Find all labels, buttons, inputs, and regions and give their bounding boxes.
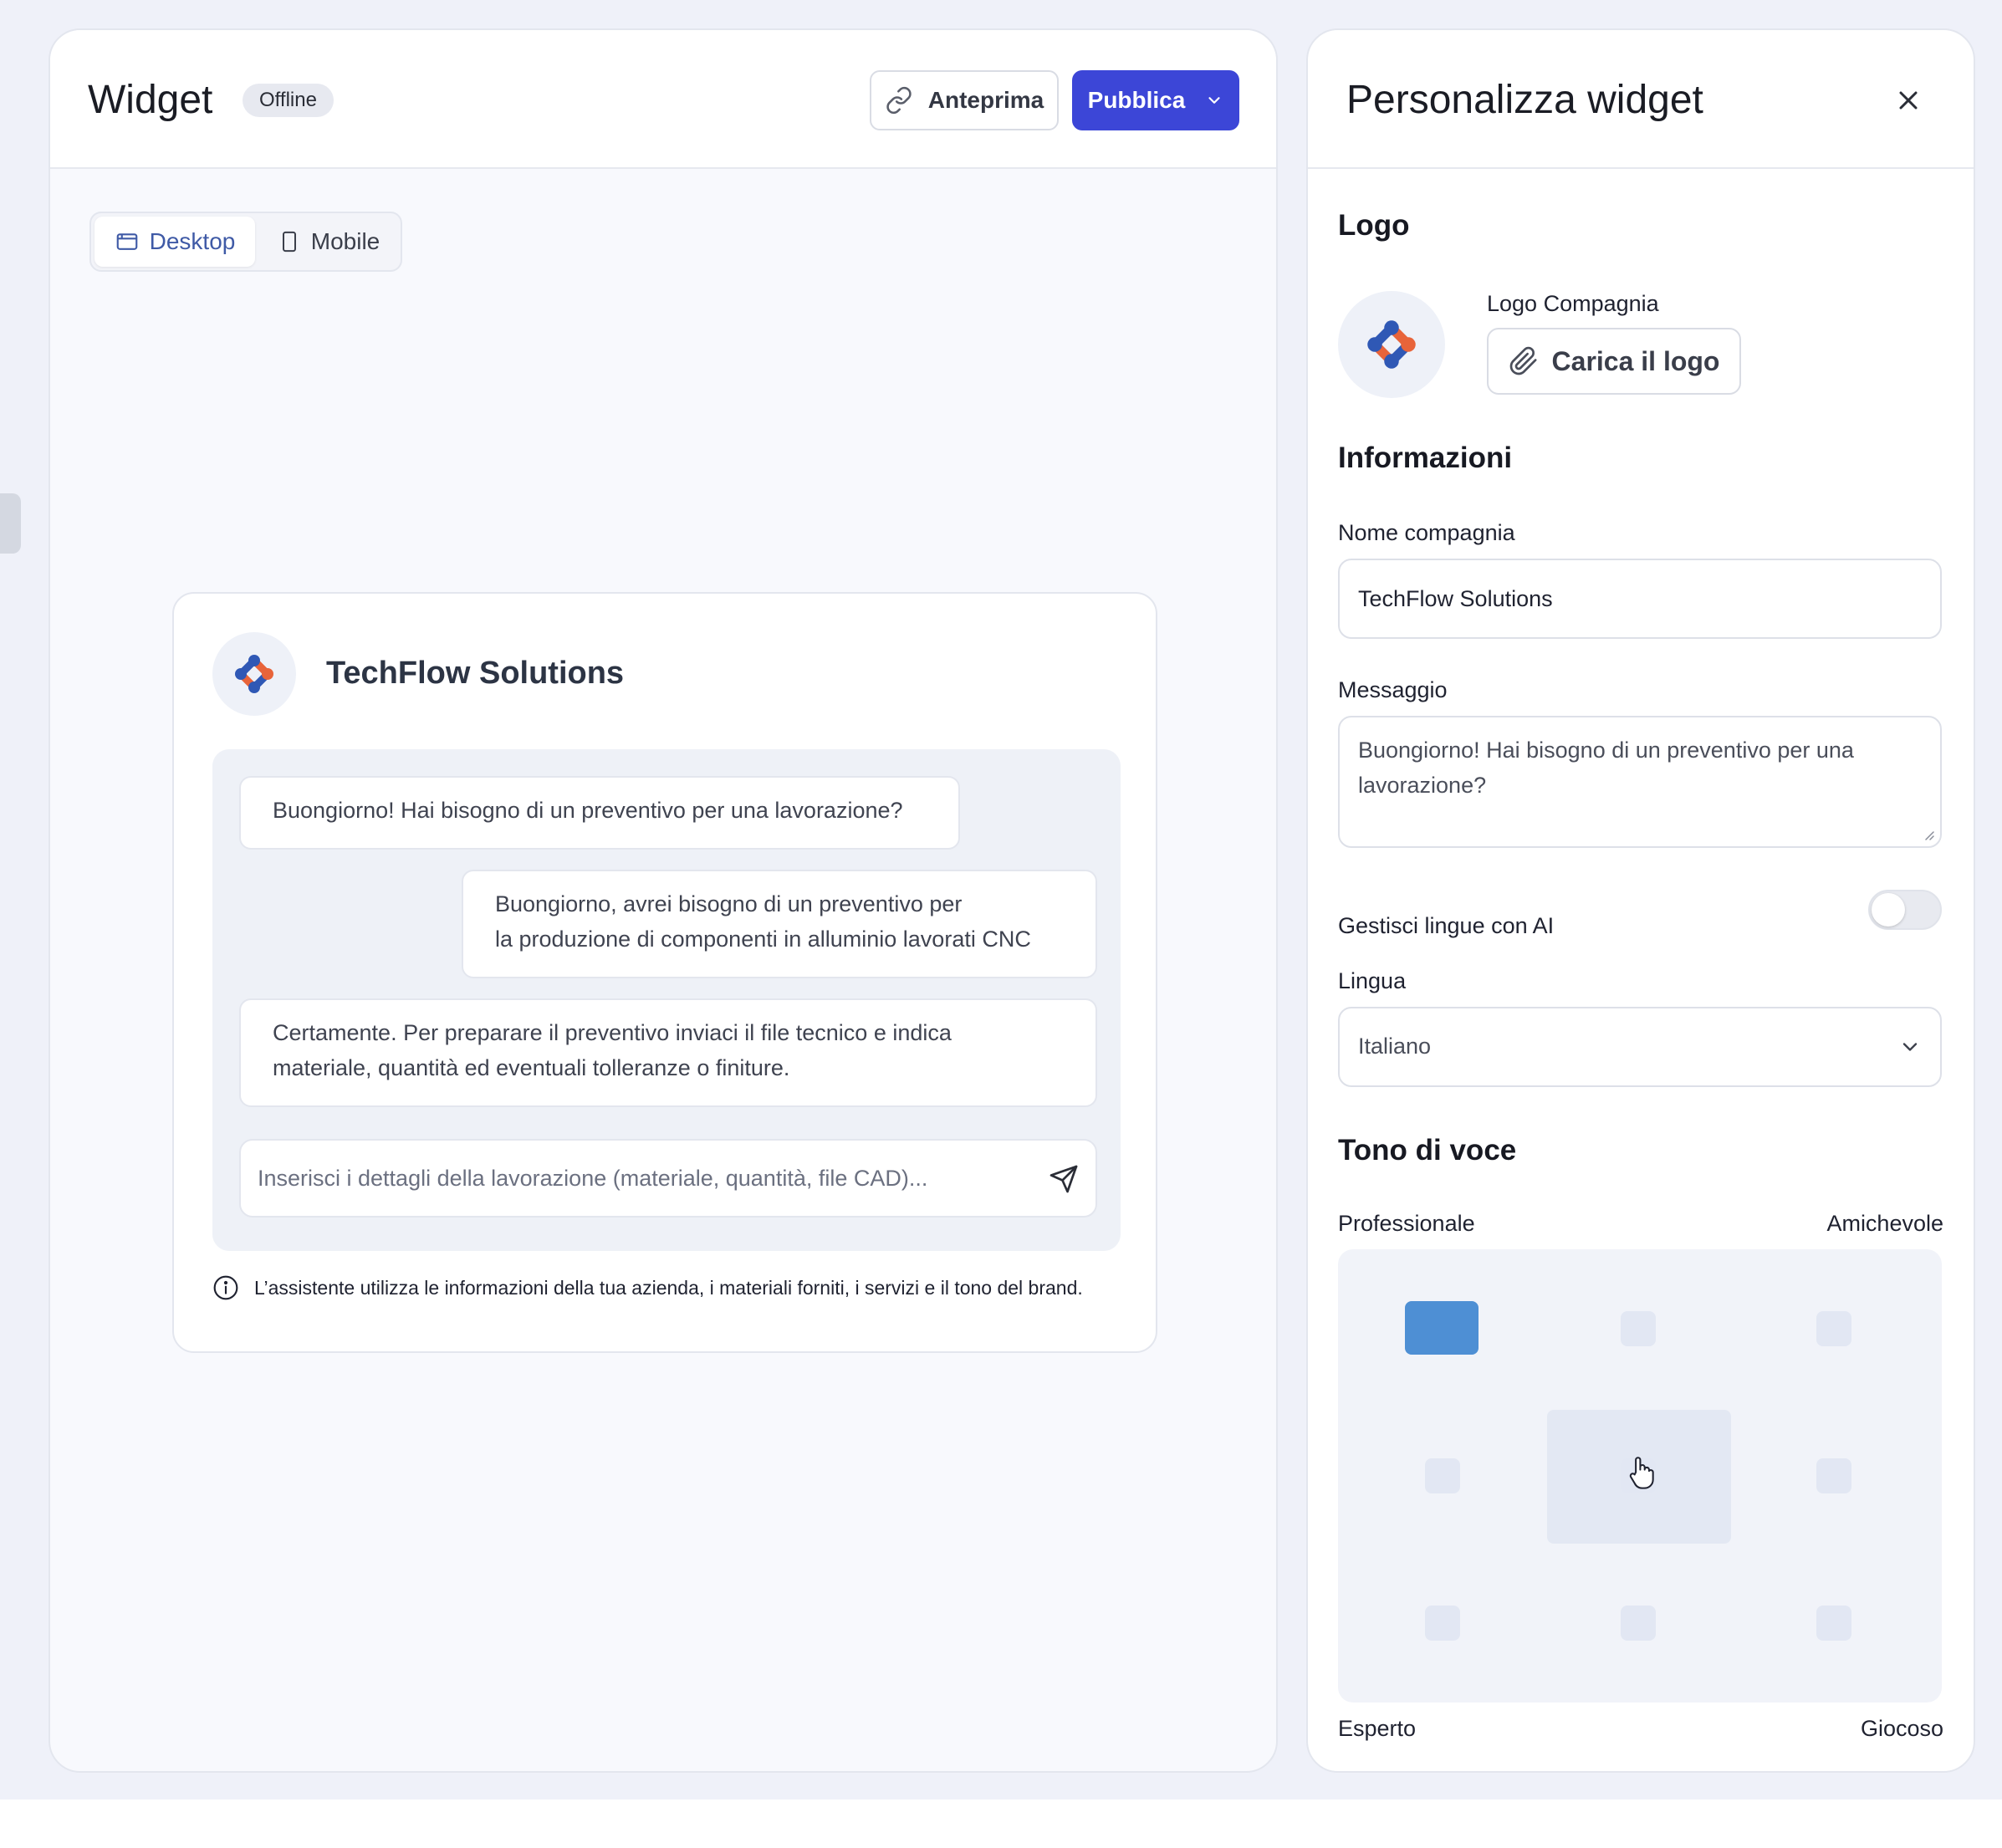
device-toggle: Desktop Mobile <box>89 212 402 272</box>
widget-preview-card: Widget Offline Anteprima Pubblica Deskto… <box>49 28 1278 1773</box>
paperclip-icon <box>1509 346 1537 375</box>
publish-button-label: Pubblica <box>1087 87 1186 113</box>
company-logo-icon <box>235 655 273 693</box>
panel-title: Personalizza widget <box>1346 78 1703 122</box>
company-name-label: Nome compagnia <box>1338 520 1515 545</box>
message-textarea[interactable]: Buongiorno! Hai bisogno di un preventivo… <box>1340 717 1940 846</box>
section-tono-di-voce: Tono di voce <box>1338 1134 1517 1166</box>
chat-input-box <box>239 1139 1097 1218</box>
assistant-info-note: L’assistente utilizza le informazioni de… <box>212 1274 1083 1301</box>
message-line: Certamente. Per preparare il preventivo … <box>273 1020 952 1045</box>
language-select-value: Italiano <box>1358 1034 1432 1059</box>
page-bottom-strip <box>0 1800 2002 1848</box>
tone-grid <box>1338 1249 1942 1703</box>
phone-icon <box>282 231 296 253</box>
close-icon[interactable] <box>1893 85 1923 115</box>
chat-widget-preview: TechFlow Solutions Buongiorno! Hai bisog… <box>172 592 1157 1353</box>
tab-mobile-label: Mobile <box>310 228 380 254</box>
language-select[interactable]: Italiano <box>1338 1007 1942 1087</box>
tab-desktop[interactable]: Desktop <box>94 217 255 267</box>
message-field: Buongiorno! Hai bisogno di un preventivo… <box>1338 716 1942 848</box>
company-name-input[interactable] <box>1340 560 1940 637</box>
bot-message: Certamente. Per preparare il preventivo … <box>239 998 1097 1107</box>
chevron-down-icon[interactable] <box>1205 91 1223 110</box>
message-line: Buongiorno, avrei bisogno di un preventi… <box>495 891 963 916</box>
chat-messages: Buongiorno! Hai bisogno di un preventivo… <box>212 749 1121 1251</box>
send-icon[interactable] <box>1049 1164 1079 1194</box>
status-badge: Offline <box>243 84 334 117</box>
upload-logo-button[interactable]: Carica il logo <box>1487 328 1741 395</box>
tone-cell[interactable] <box>1621 1606 1656 1641</box>
tone-cell[interactable] <box>1621 1311 1656 1346</box>
message-line: la produzione di componenti in alluminio… <box>495 927 1031 952</box>
tone-cell[interactable] <box>1425 1606 1460 1641</box>
preview-button[interactable]: Anteprima <box>870 70 1059 130</box>
chat-company-name: TechFlow Solutions <box>326 656 625 691</box>
tone-cell-selected[interactable] <box>1405 1301 1479 1355</box>
message-label: Messaggio <box>1338 677 1448 702</box>
customize-panel: Personalizza widget Logo Logo Compagnia … <box>1306 28 1975 1773</box>
message-line: materiale, quantità ed eventuali tollera… <box>273 1055 790 1080</box>
publish-button[interactable]: Pubblica <box>1072 70 1239 130</box>
tone-axis-bottom-right: Giocoso <box>1860 1716 1943 1741</box>
tone-axis-bottom-left: Esperto <box>1338 1716 1417 1741</box>
assistant-info-text: L’assistente utilizza le informazioni de… <box>254 1276 1083 1299</box>
hand-cursor-icon <box>1629 1457 1654 1489</box>
section-informazioni: Informazioni <box>1338 442 1513 474</box>
main-header: Widget Offline Anteprima Pubblica <box>50 30 1276 169</box>
tab-mobile[interactable]: Mobile <box>265 217 392 267</box>
browser-window-icon <box>116 233 137 250</box>
message-line: Buongiorno! Hai bisogno di un preventivo… <box>273 798 903 823</box>
page-title: Widget <box>88 78 213 122</box>
resize-handle-icon[interactable] <box>1922 828 1935 841</box>
toggle-knob <box>1872 893 1905 927</box>
collapsed-sidebar-handle[interactable] <box>0 493 21 554</box>
logo-preview <box>1338 291 1445 398</box>
language-label: Lingua <box>1338 968 1407 993</box>
info-icon <box>213 1275 238 1300</box>
company-logo-icon <box>1367 320 1416 369</box>
tab-desktop-label: Desktop <box>149 228 236 254</box>
upload-logo-label: Carica il logo <box>1551 345 1720 376</box>
link-icon <box>886 86 912 115</box>
tone-axis-top-left: Professionale <box>1338 1211 1475 1236</box>
panel-header: Personalizza widget <box>1308 30 1974 169</box>
tone-cell[interactable] <box>1816 1458 1851 1493</box>
user-message: Buongiorno, avrei bisogno di un preventi… <box>462 870 1097 978</box>
bot-message: Buongiorno! Hai bisogno di un preventivo… <box>239 776 960 850</box>
chevron-down-icon <box>1902 1043 1918 1051</box>
chat-input[interactable] <box>258 1141 1027 1216</box>
company-logo <box>212 632 296 716</box>
tone-axis-top-right: Amichevole <box>1826 1211 1943 1236</box>
section-logo: Logo <box>1338 209 1410 242</box>
ai-language-label: Gestisci lingue con AI <box>1338 913 1555 938</box>
tone-cell[interactable] <box>1425 1458 1460 1493</box>
company-name-field <box>1338 559 1942 639</box>
tone-cell[interactable] <box>1816 1606 1851 1641</box>
tone-cell[interactable] <box>1816 1311 1851 1346</box>
ai-language-toggle[interactable] <box>1868 890 1942 930</box>
logo-label: Logo Compagnia <box>1487 291 1659 316</box>
preview-button-label: Anteprima <box>927 87 1044 113</box>
